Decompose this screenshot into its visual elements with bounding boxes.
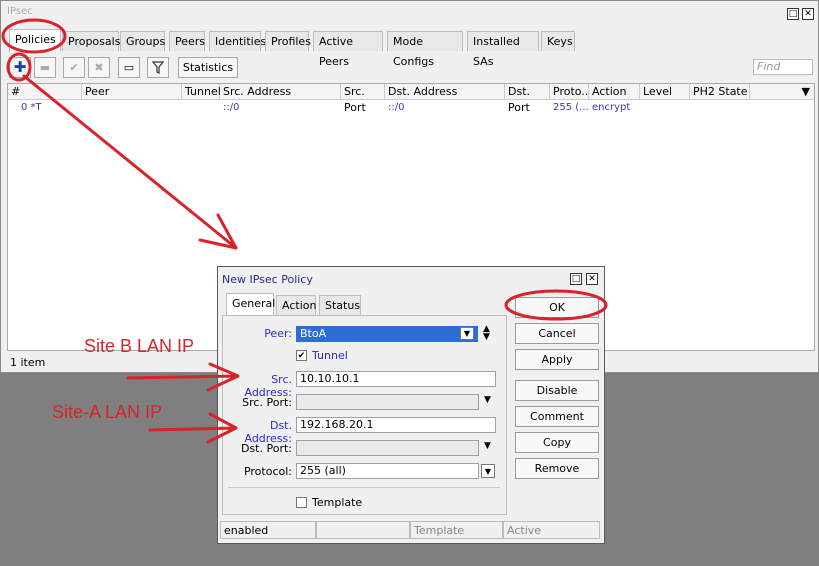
- ok-button[interactable]: OK: [515, 297, 599, 318]
- x-icon: ✖: [94, 61, 104, 74]
- protocol-label: Protocol:: [243, 465, 292, 478]
- status-active: Active: [503, 521, 600, 539]
- new-ipsec-policy-dialog: New IPsec Policy □ ✕ General Action Stat…: [217, 266, 605, 544]
- tab-status[interactable]: Status: [319, 295, 361, 315]
- tab-identities[interactable]: Identities: [209, 31, 266, 51]
- column-header-level[interactable]: Level: [640, 84, 690, 100]
- src-port-label: Src. Port:: [242, 396, 292, 409]
- disable-button[interactable]: ✖: [88, 57, 110, 78]
- tab-groups[interactable]: Groups: [120, 31, 165, 51]
- protocol-select[interactable]: 255 (all): [296, 463, 479, 479]
- column-header-action[interactable]: Action: [589, 84, 640, 100]
- dialog-title: New IPsec Policy: [222, 273, 313, 286]
- plus-icon: ✚: [13, 58, 27, 76]
- close-icon[interactable]: ✕: [802, 8, 814, 20]
- tab-policies[interactable]: Policies: [9, 29, 61, 52]
- tab-mode-configs[interactable]: Mode Configs: [387, 31, 463, 68]
- tab-general[interactable]: General: [226, 293, 275, 316]
- tab-keys[interactable]: Keys: [541, 31, 575, 51]
- cell-dst-address: ::/0: [388, 102, 405, 113]
- column-header-ph2-state[interactable]: PH2 State: [690, 84, 750, 100]
- template-checkbox[interactable]: [296, 497, 307, 508]
- maximize-icon[interactable]: □: [787, 8, 799, 20]
- status-empty: [316, 521, 410, 539]
- comment-button[interactable]: ▭: [118, 57, 140, 78]
- column-header-dst-port[interactable]: Dst. Port: [505, 84, 550, 114]
- maximize-icon[interactable]: □: [570, 273, 582, 285]
- cell-num: 0 *T: [21, 102, 42, 113]
- dst-port-input[interactable]: [296, 440, 479, 456]
- column-header-num[interactable]: #: [8, 84, 82, 100]
- general-panel: [222, 315, 507, 515]
- peer-select[interactable]: BtoA: [296, 326, 478, 342]
- add-button[interactable]: ✚: [9, 57, 31, 78]
- tab-installed-sas[interactable]: Installed SAs: [467, 31, 539, 68]
- site-b-annotation: Site B LAN IP: [84, 336, 195, 356]
- tunnel-label: Tunnel: [312, 349, 348, 362]
- window-title: IPsec: [7, 6, 33, 17]
- protocol-dropdown-icon[interactable]: ▼: [481, 464, 495, 478]
- tab-proposals[interactable]: Proposals: [62, 31, 120, 51]
- comment-button[interactable]: Comment: [515, 406, 599, 427]
- src-address-input[interactable]: 10.10.10.1: [296, 371, 496, 387]
- cell-proto: 255 (...: [553, 102, 589, 113]
- tab-active-peers[interactable]: Active Peers: [313, 31, 383, 68]
- apply-button[interactable]: Apply: [515, 349, 599, 370]
- filter-button[interactable]: [147, 57, 169, 78]
- remove-button[interactable]: ▬: [34, 57, 56, 78]
- copy-button[interactable]: Copy: [515, 432, 599, 453]
- column-header-dst-address[interactable]: Dst. Address: [385, 84, 505, 100]
- peer-label: Peer:: [264, 327, 292, 340]
- minus-icon: ▬: [39, 61, 51, 74]
- src-port-dropdown-icon[interactable]: ▼: [484, 395, 491, 405]
- status-template: Template: [410, 521, 503, 539]
- filter-icon: [151, 61, 165, 74]
- statistics-button[interactable]: Statistics: [178, 57, 238, 78]
- peer-dropdown-icon[interactable]: ▼: [460, 327, 474, 340]
- peer-updown-icon[interactable]: ▲ ▼: [483, 325, 490, 342]
- close-icon[interactable]: ✕: [586, 273, 598, 285]
- column-header-proto[interactable]: Proto...: [550, 84, 592, 100]
- template-label: Template: [312, 496, 363, 509]
- dst-address-input[interactable]: 192.168.20.1: [296, 417, 496, 433]
- status-enabled: enabled: [220, 521, 316, 539]
- tab-profiles[interactable]: Profiles: [265, 31, 311, 51]
- column-header-src-port[interactable]: Src. Port: [341, 84, 385, 114]
- remove-button[interactable]: Remove: [515, 458, 599, 479]
- column-header-tunnel[interactable]: Tunnel: [182, 84, 221, 100]
- tab-action[interactable]: Action: [276, 295, 316, 315]
- find-input[interactable]: Find: [753, 59, 813, 75]
- cell-src-address: ::/0: [223, 102, 240, 113]
- enable-button[interactable]: ✔: [63, 57, 85, 78]
- tunnel-checkbox[interactable]: ✔: [296, 350, 307, 361]
- note-icon: ▭: [123, 61, 135, 74]
- dst-port-label: Dst. Port:: [240, 442, 292, 455]
- site-a-annotation: Site-A LAN IP: [52, 402, 163, 422]
- column-header-peer[interactable]: Peer: [82, 84, 182, 100]
- divider: [228, 487, 500, 488]
- cancel-button[interactable]: Cancel: [515, 323, 599, 344]
- check-icon: ✔: [69, 61, 79, 74]
- dst-port-dropdown-icon[interactable]: ▼: [484, 441, 491, 451]
- column-menu-icon[interactable]: ▼: [750, 84, 814, 100]
- disable-button[interactable]: Disable: [515, 380, 599, 401]
- src-port-input[interactable]: [296, 394, 479, 410]
- column-header-src-address[interactable]: Src. Address: [220, 84, 341, 100]
- tab-peers[interactable]: Peers: [169, 31, 205, 51]
- cell-action: encrypt: [592, 102, 631, 113]
